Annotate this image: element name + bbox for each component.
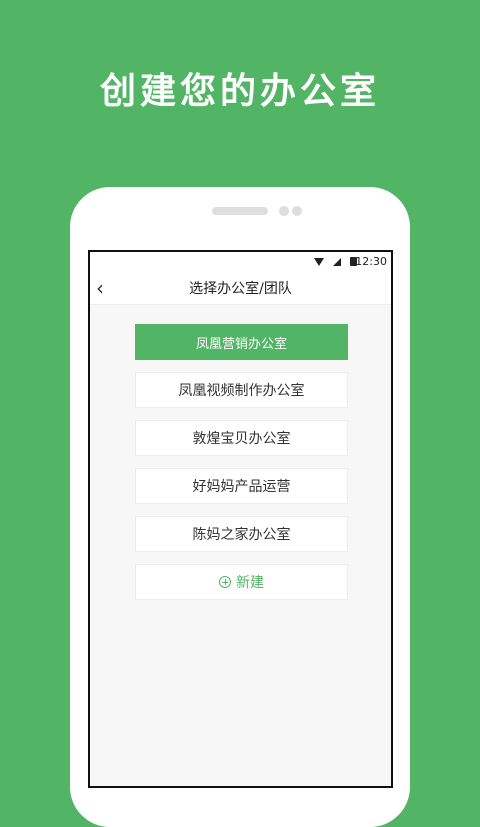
office-item[interactable]: 好妈妈产品运营 bbox=[135, 468, 348, 504]
phone-screen: 12:30 ‹ 选择办公室/团队 凤凰营销办公室 凤凰视频制作办公室 敦煌宝贝办… bbox=[88, 250, 393, 788]
office-list: 凤凰营销办公室 凤凰视频制作办公室 敦煌宝贝办公室 好妈妈产品运营 陈妈之家办公… bbox=[135, 324, 348, 612]
page-title: 选择办公室/团队 bbox=[189, 281, 292, 297]
signal-icon bbox=[333, 257, 341, 266]
office-item[interactable]: 凤凰视频制作办公室 bbox=[135, 372, 348, 408]
phone-sensor-dot bbox=[292, 206, 302, 216]
status-bar: 12:30 bbox=[90, 252, 391, 272]
new-office-button[interactable]: 新建 bbox=[135, 564, 348, 600]
phone-camera-dot bbox=[279, 206, 289, 216]
office-item[interactable]: 敦煌宝贝办公室 bbox=[135, 420, 348, 456]
nav-bar: ‹ 选择办公室/团队 bbox=[90, 272, 391, 305]
plus-circle-icon bbox=[219, 576, 231, 588]
office-item-selected[interactable]: 凤凰营销办公室 bbox=[135, 324, 348, 360]
new-office-label: 新建 bbox=[236, 575, 264, 591]
promo-headline: 创建您的办公室 bbox=[99, 71, 380, 112]
office-item[interactable]: 陈妈之家办公室 bbox=[135, 516, 348, 552]
wifi-icon bbox=[314, 257, 324, 266]
status-time: 12:30 bbox=[355, 255, 387, 268]
phone-speaker bbox=[212, 207, 268, 215]
